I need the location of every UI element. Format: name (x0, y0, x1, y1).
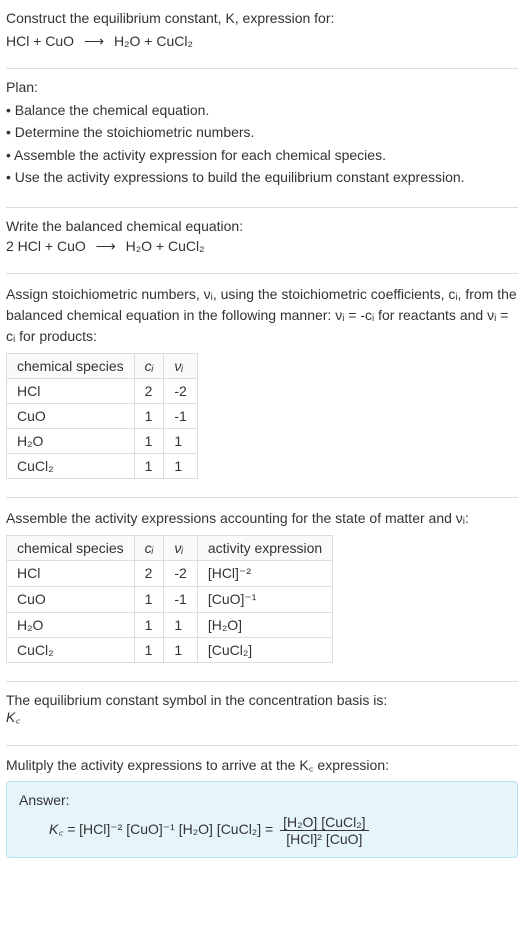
fraction-denominator: [HCl]² [CuO] (280, 831, 368, 847)
cell-v: 1 (164, 428, 197, 453)
table-row: CuCl₂ 1 1 [CuCl₂] (7, 637, 333, 662)
divider (6, 207, 518, 208)
cell-species: CuO (7, 586, 135, 612)
divider (6, 497, 518, 498)
basis-section: The equilibrium constant symbol in the c… (6, 692, 518, 727)
multiply-section: Mulitply the activity expressions to arr… (6, 756, 518, 858)
cell-c: 1 (134, 403, 164, 428)
divider (6, 745, 518, 746)
cell-species: H₂O (7, 428, 135, 453)
prompt-section: Construct the equilibrium constant, K, e… (6, 8, 518, 50)
cell-v: -2 (164, 378, 197, 403)
col-species: chemical species (7, 353, 135, 378)
cell-expr: [CuO]⁻¹ (197, 586, 332, 612)
plan-section: Plan: • Balance the chemical equation. •… (6, 79, 518, 189)
basis-line: The equilibrium constant symbol in the c… (6, 692, 518, 708)
table-row: HCl 2 -2 (7, 378, 198, 403)
cell-v: -1 (164, 586, 197, 612)
table-row: CuCl₂ 1 1 (7, 453, 198, 478)
cell-v: 1 (164, 637, 197, 662)
stoich-intro: Assign stoichiometric numbers, νᵢ, using… (6, 284, 518, 347)
cell-c: 1 (134, 428, 164, 453)
cell-c: 1 (134, 637, 164, 662)
cell-species: CuCl₂ (7, 453, 135, 478)
answer-box: Answer: K꜀ = [HCl]⁻² [CuO]⁻¹ [H₂O] [CuCl… (6, 781, 518, 858)
stoich-section: Assign stoichiometric numbers, νᵢ, using… (6, 284, 518, 479)
divider (6, 681, 518, 682)
plan-item: • Use the activity expressions to build … (6, 166, 518, 188)
balanced-lhs: 2 HCl + CuO (6, 238, 86, 254)
cell-c: 2 (134, 378, 164, 403)
activity-intro: Assemble the activity expressions accoun… (6, 508, 518, 529)
cell-v: -1 (164, 403, 197, 428)
cell-c: 1 (134, 453, 164, 478)
cell-species: HCl (7, 378, 135, 403)
balanced-rhs: H₂O + CuCl₂ (126, 238, 205, 254)
answer-fraction: [H₂O] [CuCl₂] [HCl]² [CuO] (280, 814, 368, 847)
plan-heading: Plan: (6, 79, 518, 95)
cell-c: 2 (134, 560, 164, 586)
cell-expr: [H₂O] (197, 612, 332, 637)
prompt-equation: HCl + CuO ⟶ H₂O + CuCl₂ (6, 33, 518, 50)
col-v: νᵢ (164, 535, 197, 560)
table-row: CuO 1 -1 (7, 403, 198, 428)
reaction-arrow-icon: ⟶ (84, 33, 104, 49)
cell-v: -2 (164, 560, 197, 586)
activity-section: Assemble the activity expressions accoun… (6, 508, 518, 663)
divider (6, 273, 518, 274)
table-row: CuO 1 -1 [CuO]⁻¹ (7, 586, 333, 612)
cell-c: 1 (134, 612, 164, 637)
table-header-row: chemical species cᵢ νᵢ activity expressi… (7, 535, 333, 560)
stoich-table: chemical species cᵢ νᵢ HCl 2 -2 CuO 1 -1… (6, 353, 198, 479)
answer-lhs: K꜀ = (49, 821, 75, 837)
balanced-section: Write the balanced chemical equation: 2 … (6, 218, 518, 255)
col-c: cᵢ (134, 535, 164, 560)
cell-species: CuCl₂ (7, 637, 135, 662)
fraction-numerator: [H₂O] [CuCl₂] (280, 814, 368, 831)
cell-c: 1 (134, 586, 164, 612)
prompt-line1: Construct the equilibrium constant, K, e… (6, 8, 518, 29)
table-row: HCl 2 -2 [HCl]⁻² (7, 560, 333, 586)
answer-expression: K꜀ = [HCl]⁻² [CuO]⁻¹ [H₂O] [CuCl₂] = [H₂… (19, 814, 505, 847)
table-row: H₂O 1 1 [H₂O] (7, 612, 333, 637)
cell-v: 1 (164, 612, 197, 637)
answer-product: [HCl]⁻² [CuO]⁻¹ [H₂O] [CuCl₂] = (79, 821, 273, 837)
table-header-row: chemical species cᵢ νᵢ (7, 353, 198, 378)
prompt-lhs: HCl + CuO (6, 33, 74, 49)
col-c: cᵢ (134, 353, 164, 378)
cell-expr: [CuCl₂] (197, 637, 332, 662)
col-v: νᵢ (164, 353, 197, 378)
answer-label: Answer: (19, 792, 505, 808)
plan-item: • Balance the chemical equation. (6, 99, 518, 121)
cell-v: 1 (164, 453, 197, 478)
cell-expr: [HCl]⁻² (197, 560, 332, 586)
reaction-arrow-icon: ⟶ (96, 238, 116, 254)
plan-item: • Determine the stoichiometric numbers. (6, 121, 518, 143)
col-expr: activity expression (197, 535, 332, 560)
table-row: H₂O 1 1 (7, 428, 198, 453)
balanced-heading: Write the balanced chemical equation: (6, 218, 518, 234)
cell-species: HCl (7, 560, 135, 586)
cell-species: CuO (7, 403, 135, 428)
plan-list: • Balance the chemical equation. • Deter… (6, 99, 518, 189)
basis-symbol: K꜀ (6, 708, 518, 727)
col-species: chemical species (7, 535, 135, 560)
plan-item: • Assemble the activity expression for e… (6, 144, 518, 166)
cell-species: H₂O (7, 612, 135, 637)
prompt-rhs: H₂O + CuCl₂ (114, 33, 193, 49)
activity-table: chemical species cᵢ νᵢ activity expressi… (6, 535, 333, 663)
multiply-line: Mulitply the activity expressions to arr… (6, 756, 518, 775)
balanced-equation: 2 HCl + CuO ⟶ H₂O + CuCl₂ (6, 238, 518, 255)
divider (6, 68, 518, 69)
